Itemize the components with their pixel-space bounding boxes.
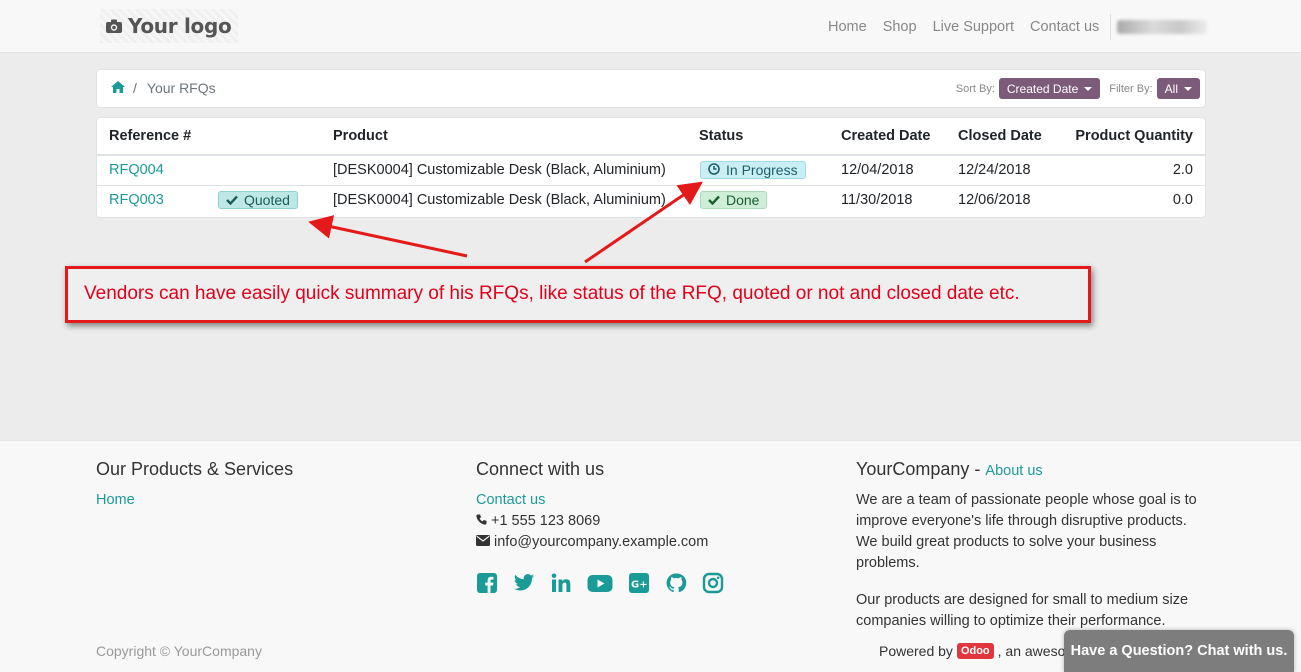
footer-products-title: Our Products & Services	[96, 459, 294, 479]
sort-dropdown[interactable]: Created Date	[998, 78, 1101, 99]
check-icon	[226, 192, 238, 208]
footer-company-title: YourCompany - About us	[856, 459, 1206, 480]
row-divider	[97, 185, 1205, 186]
arrow-to-quoted	[308, 215, 468, 258]
footer-email: info@yourcompany.example.com	[494, 534, 709, 550]
svg-text:G+: G+	[631, 580, 648, 591]
caret-down-icon	[1184, 86, 1192, 91]
company-logo[interactable]: Your logo	[100, 9, 238, 43]
copyright: Copyright © YourCompany	[96, 643, 262, 659]
footer-connect-title: Connect with us	[476, 459, 605, 479]
footer-home-link[interactable]: Home	[96, 492, 135, 508]
filter-value: All	[1164, 81, 1178, 96]
company-description: We are a team of passionate people whose…	[856, 492, 1197, 571]
col-header-status: Status	[699, 128, 744, 144]
status-text: In Progress	[726, 162, 798, 178]
rfq-table: Reference # Product Status Created Date …	[96, 117, 1206, 218]
nav-live-support[interactable]: Live Support	[933, 19, 1014, 35]
col-header-product: Product	[333, 128, 388, 144]
camera-icon	[106, 19, 122, 33]
filter-label: Filter By:	[1109, 82, 1153, 95]
facebook-icon[interactable]	[476, 572, 498, 594]
nav-shop[interactable]: Shop	[883, 19, 917, 35]
footer-phone: +1 555 123 8069	[491, 513, 601, 529]
quoted-text: Quoted	[244, 192, 290, 208]
rfq-product: [DESK0004] Customizable Desk (Black, Alu…	[333, 192, 666, 208]
linkedin-icon[interactable]	[550, 572, 572, 594]
live-chat-button[interactable]: Have a Question? Chat with us.	[1064, 630, 1294, 672]
about-us-link[interactable]: About us	[985, 463, 1042, 479]
status-badge: Done	[700, 191, 768, 209]
check-icon	[708, 192, 720, 208]
social-icons: G+	[476, 572, 724, 594]
rfq-created-date: 12/04/2018	[841, 162, 914, 178]
footer-contact-link[interactable]: Contact us	[476, 492, 545, 508]
status-badge: In Progress	[700, 161, 806, 179]
col-header-closed-date: Closed Date	[958, 128, 1042, 144]
rfq-reference-link[interactable]: RFQ004	[109, 162, 164, 178]
nav-divider	[1110, 13, 1112, 40]
sort-filter-controls: Sort By: Created Date Filter By: All	[956, 78, 1200, 99]
envelope-icon	[476, 532, 490, 553]
quoted-badge: Quoted	[218, 191, 298, 209]
title-separator: -	[969, 459, 986, 479]
odoo-badge[interactable]: Odoo	[956, 643, 994, 659]
twitter-icon[interactable]	[513, 572, 535, 594]
powered-by-label: Powered by	[879, 643, 953, 659]
user-menu-blurred[interactable]	[1117, 19, 1208, 34]
breadcrumb-separator: /	[133, 80, 137, 96]
logo-text: Your logo	[128, 14, 232, 38]
footer-company-column: YourCompany - About us We are a team of …	[856, 459, 1206, 632]
header-divider	[97, 154, 1205, 156]
rfq-closed-date: 12/24/2018	[958, 162, 1031, 178]
annotation-callout: Vendors can have easily quick summary of…	[65, 266, 1091, 323]
caret-down-icon	[1084, 86, 1093, 91]
home-icon[interactable]	[111, 80, 125, 96]
col-header-reference: Reference #	[109, 128, 192, 144]
col-header-created-date: Created Date	[841, 128, 931, 144]
col-header-product-quantity: Product Quantity	[1075, 128, 1193, 144]
status-text: Done	[726, 192, 760, 208]
rfq-quantity: 0.0	[1172, 192, 1193, 208]
breadcrumb: / Your RFQs	[111, 80, 216, 96]
phone-icon	[476, 511, 487, 532]
nav-contact-us[interactable]: Contact us	[1030, 19, 1099, 35]
nav-home[interactable]: Home	[828, 19, 867, 35]
footer-products-column: Our Products & Services Home	[96, 459, 293, 511]
annotation-text: Vendors can have easily quick summary of…	[84, 283, 1020, 304]
rfq-closed-date: 12/06/2018	[958, 192, 1031, 208]
rfq-created-date: 11/30/2018	[841, 192, 913, 208]
sort-value: Created Date	[1006, 81, 1079, 96]
company-target: Our products are designed for small to m…	[856, 592, 1189, 629]
rfq-quantity: 2.0	[1172, 162, 1193, 178]
rfq-reference-link[interactable]: RFQ003	[109, 192, 164, 208]
top-navbar: Your logo Home Shop Live Support Contact…	[0, 0, 1301, 53]
instagram-icon[interactable]	[702, 572, 724, 594]
main-menu: Home Shop Live Support Contact us	[820, 0, 1208, 53]
sort-label: Sort By:	[955, 82, 995, 95]
powered-by: Powered by Odoo , an awesome	[879, 643, 1085, 659]
breadcrumb-bar: / Your RFQs Sort By: Created Date Filter…	[96, 69, 1206, 108]
company-name: YourCompany	[856, 459, 970, 479]
footer-connect-column: Connect with us Contact us +1 555 123 80…	[476, 459, 724, 594]
clock-icon	[708, 162, 720, 178]
filter-dropdown[interactable]: All	[1156, 78, 1200, 99]
github-icon[interactable]	[665, 572, 687, 594]
rfq-product: [DESK0004] Customizable Desk (Black, Alu…	[333, 162, 666, 178]
breadcrumb-current: Your RFQs	[146, 80, 216, 96]
google-plus-icon[interactable]: G+	[628, 572, 650, 594]
youtube-icon[interactable]	[587, 572, 613, 594]
